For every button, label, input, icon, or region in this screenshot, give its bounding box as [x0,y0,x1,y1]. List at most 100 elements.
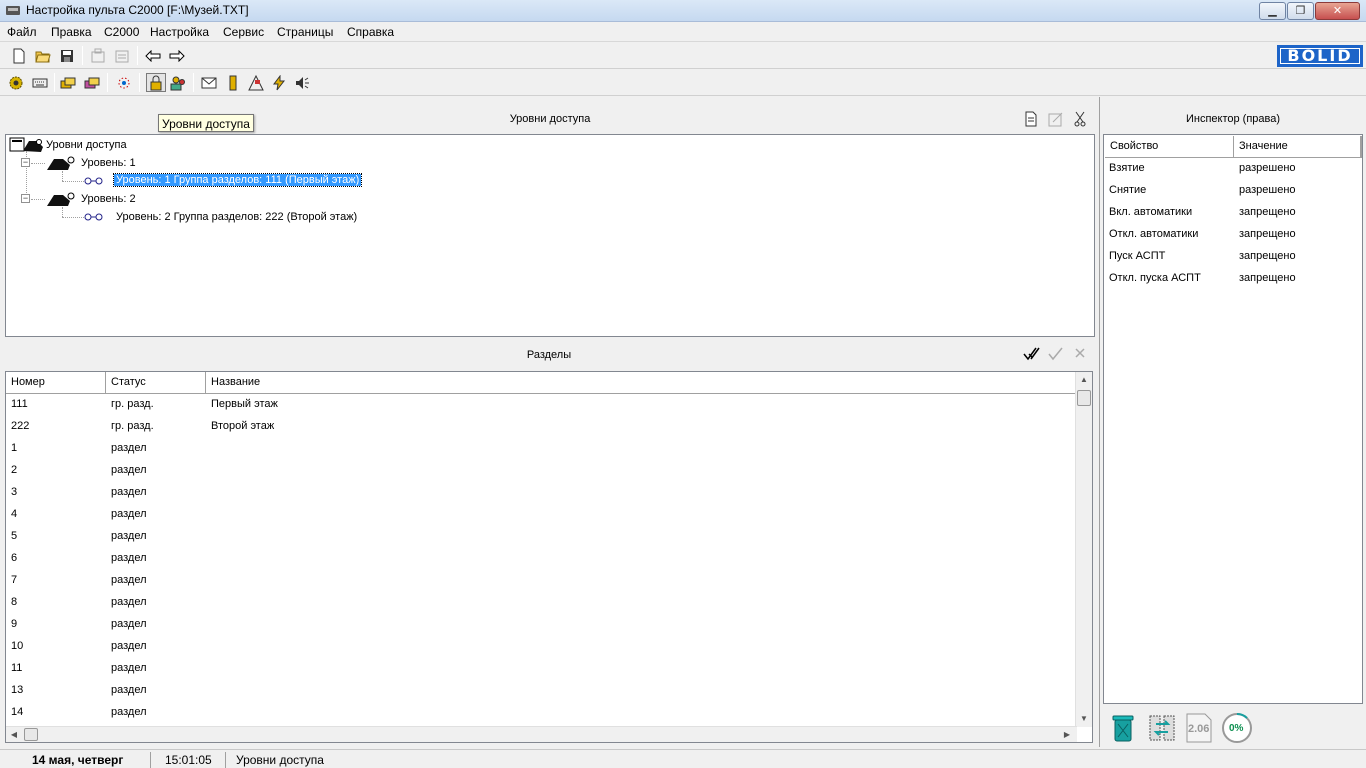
app-icon [6,6,20,15]
menu-c2000[interactable]: С2000 [104,25,139,39]
horizontal-scrollbar[interactable]: ◀ ▶ [6,726,1077,742]
read-device-button[interactable] [88,46,108,65]
cell-number: 3 [11,486,18,498]
inspector-row[interactable]: Пуск АСПТ запрещено [1104,246,1362,268]
new-item-button[interactable] [1024,111,1040,127]
page-passwords-button[interactable] [168,73,188,92]
open-file-button[interactable] [33,46,53,65]
save-button[interactable] [57,46,77,65]
menu-edit[interactable]: Правка [51,25,92,39]
write-device-button[interactable] [112,46,132,65]
new-file-button[interactable] [9,46,29,65]
table-row[interactable]: 11 раздел [6,658,1078,680]
table-row[interactable]: 3 раздел [6,482,1078,504]
table-row[interactable]: 2 раздел [6,460,1078,482]
inspector-header-property[interactable]: Свойство [1105,136,1234,158]
page-messages-button[interactable] [199,73,219,92]
table-row[interactable]: 6 раздел [6,548,1078,570]
toolbar-separator [54,73,55,92]
check-button[interactable] [1048,347,1064,363]
scroll-right-arrow-icon[interactable]: ▶ [1059,727,1075,742]
table-row[interactable]: 222 гр. разд. Второй этаж [6,416,1078,438]
check-all-button[interactable] [1023,347,1041,363]
edit-item-button[interactable] [1048,111,1064,127]
column-header-name[interactable]: Название [206,372,1078,394]
exchange-button[interactable] [1146,712,1178,744]
inspector-row[interactable]: Снятие разрешено [1104,180,1362,202]
table-row[interactable]: 7 раздел [6,570,1078,592]
menu-pages[interactable]: Страницы [277,25,333,39]
triangle-flag-icon [248,74,264,90]
page-zones-button[interactable] [114,73,134,92]
sections-table[interactable]: Номер Статус Название 111 гр. разд. Первый… [5,371,1093,743]
collapse-level-1-toggle[interactable]: − [21,158,30,167]
page-access-levels-button[interactable] [146,73,166,92]
page-groups-button[interactable] [83,73,103,92]
forward-button[interactable] [167,46,187,65]
close-button[interactable]: ✕ [1315,2,1360,20]
scroll-up-arrow-icon[interactable]: ▲ [1076,372,1092,388]
column-header-status[interactable]: Статус [106,372,206,394]
inspector-row[interactable]: Откл. автоматики запрещено [1104,224,1362,246]
page-fire-button[interactable] [246,73,266,92]
table-row[interactable]: 14 раздел [6,702,1078,724]
page-sections-button[interactable] [59,73,79,92]
inspector-row[interactable]: Взятие разрешено [1104,158,1362,180]
page-relays-button[interactable] [223,73,243,92]
column-header-number[interactable]: Номер [6,372,106,394]
scroll-down-arrow-icon[interactable]: ▼ [1076,711,1092,727]
version-button[interactable]: 2.06 [1184,712,1216,744]
minimize-button[interactable]: ▁ [1259,2,1286,20]
table-row[interactable]: 5 раздел [6,526,1078,548]
tree-level-1-group[interactable]: Уровень: 1 Группа разделов: 111 (Первый … [112,173,363,187]
key-icon [84,213,103,221]
maximize-button[interactable]: ❐ [1287,2,1314,20]
vertical-scrollbar[interactable]: ▲ ▼ [1075,372,1092,727]
cell-status: раздел [111,552,147,564]
inspector-row[interactable]: Откл. пуска АСПТ запрещено [1104,268,1362,290]
menu-file[interactable]: Файл [7,25,37,39]
menu-service[interactable]: Сервис [223,25,264,39]
page-power-button[interactable] [269,73,289,92]
page-keyboard-button[interactable] [30,73,50,92]
dots-ring-icon [118,77,130,88]
page-sound-button[interactable] [292,73,312,92]
cell-number: 1 [11,442,18,454]
collapse-level-2-toggle[interactable]: − [21,194,30,203]
toolbar-separator [139,73,140,92]
delete-item-button[interactable] [1073,111,1089,127]
access-levels-tree[interactable]: Уровни доступа − Уровень: 1 Уровень: 1 Г… [5,134,1095,337]
panel-splitter[interactable] [1099,97,1100,747]
tree-level-1[interactable]: Уровень: 1 [81,157,136,169]
uncheck-button[interactable] [1074,347,1088,363]
inspector-header-value[interactable]: Значение [1234,136,1362,158]
inspector-value: запрещено [1239,228,1296,240]
inspector-row[interactable]: Вкл. автоматики запрещено [1104,202,1362,224]
toolbar-separator [107,73,108,92]
menu-settings[interactable]: Настройка [150,25,209,39]
table-row[interactable]: 1 раздел [6,438,1078,460]
page-devices-button[interactable] [6,73,26,92]
tree-level-2[interactable]: Уровень: 2 [81,193,136,205]
table-row[interactable]: 10 раздел [6,636,1078,658]
back-button[interactable] [143,46,163,65]
menu-help[interactable]: Справка [347,25,394,39]
access-level-icon [47,156,75,170]
key-icon [84,177,103,185]
scroll-left-arrow-icon[interactable]: ◀ [6,727,22,742]
table-row[interactable]: 4 раздел [6,504,1078,526]
title-bar: Настройка пульта С2000 [F:\Музей.TXT] ▁ … [0,0,1366,22]
tree-level-2-group[interactable]: Уровень: 2 Группа разделов: 222 (Второй … [116,211,357,223]
table-row[interactable]: 13 раздел [6,680,1078,702]
tree-root-label[interactable]: Уровни доступа [46,139,127,151]
inspector-grid[interactable]: Свойство Значение Взятие разрешено Снятие р… [1103,134,1363,704]
table-row[interactable]: 111 гр. разд. Первый этаж [6,394,1078,416]
menu-bar: Файл Правка С2000 Настройка Сервис Стран… [0,22,1366,42]
cell-number: 4 [11,508,18,520]
table-row[interactable]: 9 раздел [6,614,1078,636]
scroll-thumb[interactable] [24,728,38,741]
table-row[interactable]: 8 раздел [6,592,1078,614]
progress-indicator: 0% [1221,712,1253,744]
scroll-thumb[interactable] [1077,390,1091,406]
recycle-bin-button[interactable] [1107,712,1139,744]
